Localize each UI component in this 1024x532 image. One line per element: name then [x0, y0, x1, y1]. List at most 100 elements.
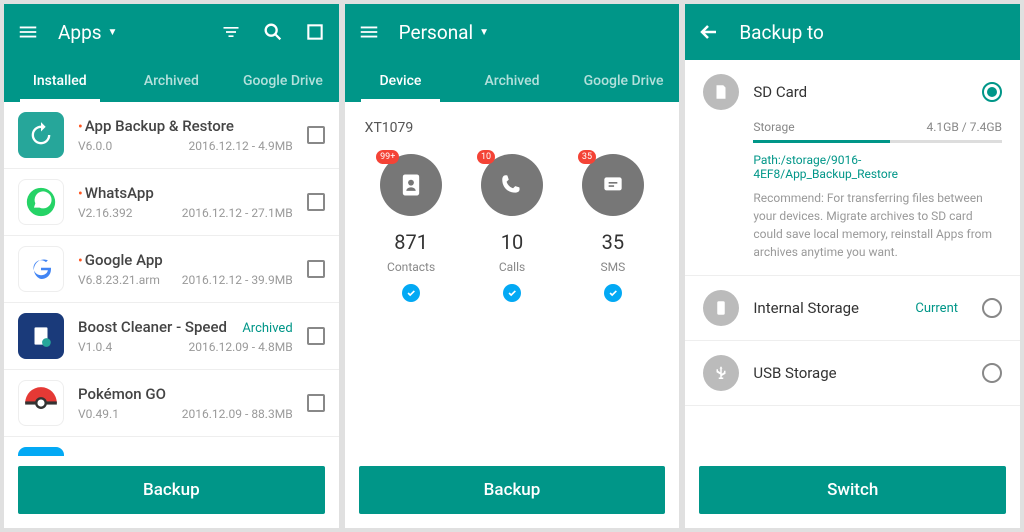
- app-checkbox[interactable]: [307, 193, 325, 211]
- badge: 99+: [376, 150, 399, 164]
- tab-google-drive[interactable]: Google Drive: [227, 60, 339, 102]
- check-icon[interactable]: [604, 284, 622, 302]
- radio-sdcard[interactable]: [982, 82, 1002, 102]
- radio-internal[interactable]: [982, 298, 1002, 318]
- topbar-apps: Apps▼: [4, 4, 339, 60]
- sms-button[interactable]: 35: [582, 154, 644, 216]
- app-name: Google App: [85, 251, 163, 269]
- title-personal[interactable]: Personal▼: [399, 21, 668, 44]
- storage-sdcard[interactable]: SD Card Storage 4.1GB / 7.4GB Path:/stor…: [685, 60, 1020, 276]
- device-name: XT1079: [345, 102, 680, 144]
- app-name: Boost Cleaner - Speed: [78, 318, 227, 336]
- backup-button[interactable]: Backup: [359, 466, 666, 514]
- label: Contacts: [387, 260, 435, 274]
- menu-icon[interactable]: [357, 20, 381, 44]
- tab-archived[interactable]: Archived: [456, 60, 568, 102]
- label: Calls: [499, 260, 525, 274]
- app-info: Pokémon GO V0.49.12016.12.09 - 88.3MB: [78, 385, 293, 421]
- storage-internal[interactable]: Internal Storage Current: [685, 276, 1020, 341]
- personal-content: XT1079 99+ 871 Contacts 10 10 Calls: [345, 102, 680, 456]
- app-name: App Backup & Restore: [85, 117, 234, 135]
- app-icon-google: [18, 246, 64, 292]
- storage-title: Internal Storage: [753, 299, 901, 317]
- title-backup-to: Backup to: [739, 21, 1008, 44]
- calls-button[interactable]: 10: [481, 154, 543, 216]
- storage-path: Path:/storage/9016-4EF8/App_Backup_Resto…: [753, 153, 1002, 181]
- select-all-icon[interactable]: [303, 20, 327, 44]
- list-item[interactable]: 한 Google Korean Input: [4, 437, 339, 456]
- app-icon-whatsapp: [18, 179, 64, 225]
- topbar-backup: Backup to: [685, 4, 1020, 60]
- caret-down-icon: ▼: [108, 27, 118, 38]
- count: 10: [501, 230, 523, 254]
- badge: 10: [477, 150, 495, 164]
- title-apps[interactable]: Apps▼: [58, 21, 201, 44]
- app-info: •Google App V6.8.23.21.arm2016.12.12 - 3…: [78, 251, 293, 287]
- badge: 35: [578, 150, 596, 164]
- app-name: Pokémon GO: [78, 385, 166, 403]
- app-checkbox[interactable]: [307, 327, 325, 345]
- tabs-apps: Installed Archived Google Drive: [4, 60, 339, 102]
- menu-icon[interactable]: [16, 20, 40, 44]
- radio-usb[interactable]: [982, 363, 1002, 383]
- app-icon-korean: 한: [18, 447, 64, 456]
- storage-recommend: Recommend: For transferring files betwee…: [753, 189, 1002, 261]
- screen-backup-to: Backup to SD Card Storage 4.1GB / 7.4GB …: [685, 4, 1020, 528]
- app-icon-pokemon: [18, 380, 64, 426]
- tabs-personal: Device Archived Google Drive: [345, 60, 680, 102]
- app-info: •App Backup & Restore V6.0.02016.12.12 -…: [78, 117, 293, 153]
- list-item[interactable]: •WhatsApp V2.16.3922016.12.12 - 27.1MB: [4, 169, 339, 236]
- list-item[interactable]: •App Backup & Restore V6.0.02016.12.12 -…: [4, 102, 339, 169]
- app-icon-boost: [18, 313, 64, 359]
- app-list: •App Backup & Restore V6.0.02016.12.12 -…: [4, 102, 339, 456]
- check-icon[interactable]: [402, 284, 420, 302]
- tab-archived[interactable]: Archived: [116, 60, 228, 102]
- contacts-button[interactable]: 99+: [380, 154, 442, 216]
- backup-button[interactable]: Backup: [18, 466, 325, 514]
- usb-icon: [703, 355, 739, 391]
- app-name: WhatsApp: [85, 184, 154, 202]
- circle-contacts: 99+ 871 Contacts: [380, 154, 442, 302]
- phone-icon: [703, 290, 739, 326]
- storage-value: 4.1GB / 7.4GB: [927, 120, 1003, 134]
- tab-installed[interactable]: Installed: [4, 60, 116, 102]
- list-item[interactable]: •Google App V6.8.23.21.arm2016.12.12 - 3…: [4, 236, 339, 303]
- switch-button[interactable]: Switch: [699, 466, 1006, 514]
- sort-icon[interactable]: [219, 20, 243, 44]
- app-info: •WhatsApp V2.16.3922016.12.12 - 27.1MB: [78, 184, 293, 220]
- storage-label: Storage: [753, 120, 794, 134]
- search-icon[interactable]: [261, 20, 285, 44]
- app-checkbox[interactable]: [307, 260, 325, 278]
- storage-usb[interactable]: USB Storage: [685, 341, 1020, 406]
- storage-title: SD Card: [753, 83, 968, 101]
- list-item[interactable]: Boost Cleaner - SpeedArchived V1.0.42016…: [4, 303, 339, 370]
- screen-apps: Apps▼ Installed Archived Google Drive •A…: [4, 4, 339, 528]
- storage-list: SD Card Storage 4.1GB / 7.4GB Path:/stor…: [685, 60, 1020, 456]
- count: 871: [394, 230, 428, 254]
- current-tag: Current: [915, 301, 958, 316]
- circle-sms: 35 35 SMS: [582, 154, 644, 302]
- circle-calls: 10 10 Calls: [481, 154, 543, 302]
- topbar-personal: Personal▼: [345, 4, 680, 60]
- screen-personal: Personal▼ Device Archived Google Drive X…: [345, 4, 680, 528]
- app-icon-backup: [18, 112, 64, 158]
- app-checkbox[interactable]: [307, 394, 325, 412]
- label: SMS: [601, 260, 626, 274]
- storage-progress: [753, 140, 1002, 143]
- sdcard-icon: [703, 74, 739, 110]
- tab-google-drive[interactable]: Google Drive: [568, 60, 680, 102]
- update-dot: •: [78, 187, 83, 201]
- list-item[interactable]: Pokémon GO V0.49.12016.12.09 - 88.3MB: [4, 370, 339, 437]
- tab-device[interactable]: Device: [345, 60, 457, 102]
- count: 35: [602, 230, 624, 254]
- storage-title: USB Storage: [753, 364, 968, 382]
- app-info: Boost Cleaner - SpeedArchived V1.0.42016…: [78, 318, 293, 354]
- caret-down-icon: ▼: [479, 27, 489, 38]
- back-icon[interactable]: [697, 20, 721, 44]
- check-icon[interactable]: [503, 284, 521, 302]
- archived-tag: Archived: [242, 321, 292, 336]
- update-dot: •: [78, 120, 83, 134]
- update-dot: •: [78, 254, 83, 268]
- app-checkbox[interactable]: [307, 126, 325, 144]
- data-circles: 99+ 871 Contacts 10 10 Calls 35: [345, 144, 680, 302]
